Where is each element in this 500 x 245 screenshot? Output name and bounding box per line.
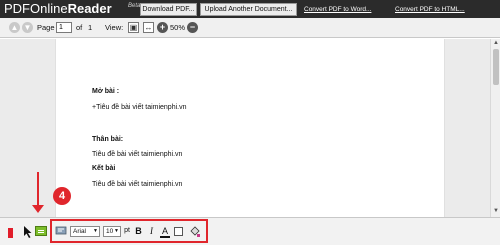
text-tool-icon[interactable] [55,225,67,237]
text-format-toolbar: Arial ▼ 10 ▼ pt B I A [50,219,208,243]
app-logo[interactable]: PDFOnlineReader Beta [4,0,140,18]
logo-text-prefix: PDFOnline [4,1,68,16]
scroll-up-icon[interactable]: ▲ [491,39,500,48]
annotation-arrow [37,172,39,206]
pt-label: pt [124,227,130,234]
document-page: Mở bài : +Tiêu đề bài viết taimienphi.vn… [55,39,445,217]
doc-text-line: Tiêu đề bài viết taimienphi.vn [92,151,183,158]
font-family-value: Arial [73,228,87,235]
chevron-down-icon: ▼ [93,228,98,234]
previous-page-button[interactable]: ▲ [9,22,20,33]
bookmark-icon[interactable] [8,228,13,238]
doc-heading-body: Thân bài: [92,136,124,143]
bold-button[interactable]: B [134,226,143,238]
select-cursor-icon[interactable] [22,225,34,239]
logo-text-bold: Reader [67,1,112,16]
doc-text-line: +Tiêu đề bài viết taimienphi.vn [92,104,187,111]
doc-heading-conclusion: Kết bài [92,165,116,172]
text-color-button[interactable]: A [160,226,170,238]
zoom-out-icon[interactable]: − [187,22,198,33]
font-family-select[interactable]: Arial ▼ [70,226,100,237]
document-viewer: Mở bài : +Tiêu đề bài viết taimienphi.vn… [0,39,490,217]
next-page-button[interactable]: ▼ [22,22,33,33]
border-color-icon[interactable] [174,227,183,236]
fit-page-icon[interactable]: ▣ [128,22,139,33]
scroll-down-icon[interactable]: ▼ [491,207,500,216]
page-number-input[interactable] [56,22,72,33]
annotation-arrow-head [32,205,44,213]
add-note-icon[interactable] [35,226,47,236]
app-header: PDFOnlineReader Beta Download PDF... Upl… [0,0,500,18]
logo-beta-label: Beta [128,3,141,9]
chevron-down-icon: ▼ [114,228,119,234]
total-pages: 1 [88,23,93,32]
of-label: of [76,23,83,32]
annotation-toolbar: Arial ▼ 10 ▼ pt B I A [0,217,500,245]
zoom-in-icon[interactable]: + [157,22,168,33]
scroll-thumb[interactable] [493,49,499,85]
download-pdf-button[interactable]: Download PDF... [140,3,197,16]
convert-to-html-link[interactable]: Convert PDF to HTML... [395,3,465,16]
fit-width-icon[interactable]: ↔ [143,22,154,33]
font-size-select[interactable]: 10 ▼ [103,226,121,237]
view-label: View: [105,23,124,32]
vertical-scrollbar[interactable]: ▲ ▼ [490,39,500,217]
italic-button[interactable]: I [147,226,156,238]
font-size-value: 10 [106,228,114,235]
page-label: Page [37,23,55,32]
upload-document-button[interactable]: Upload Another Document... [200,3,297,16]
convert-to-word-link[interactable]: Convert PDF to Word... [304,3,371,16]
viewer-toolbar: ▲ ▼ Page of 1 View: ▣ ↔ + 50% − [0,18,500,38]
zoom-level: 50% [170,23,186,32]
fill-color-icon[interactable] [188,225,201,238]
step-number-badge: 4 [53,187,71,205]
doc-heading-intro: Mở bài : [92,88,120,95]
doc-text-line: Tiêu đề bài viết taimienphi.vn [92,181,183,188]
